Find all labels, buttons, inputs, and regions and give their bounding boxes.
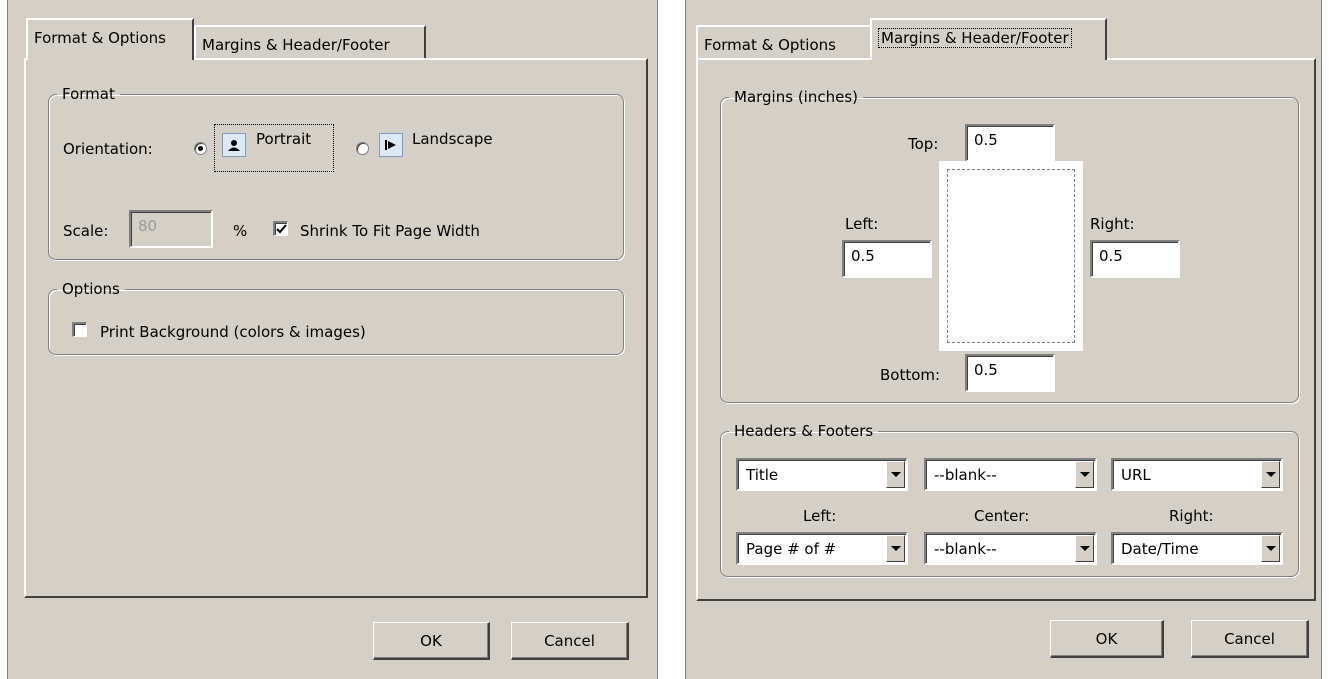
cancel-button[interactable]: Cancel (1191, 620, 1309, 658)
select-value: --blank-- (934, 466, 997, 484)
bottom-margin-value: 0.5 (974, 361, 998, 379)
left-column-label: Left: (803, 507, 837, 525)
chevron-down-icon[interactable] (1261, 461, 1280, 488)
landscape-page-icon (379, 133, 403, 157)
header-right-select[interactable]: URL (1111, 458, 1283, 491)
tab-panel-margins-header-footer: Margins (inches) Top: 0.5 Left: 0.5 Righ… (696, 58, 1316, 601)
portrait-radio[interactable] (194, 142, 207, 155)
chevron-down-icon[interactable] (886, 535, 905, 562)
orientation-label: Orientation: (63, 140, 153, 158)
select-value: URL (1121, 466, 1151, 484)
ok-button[interactable]: OK (1050, 620, 1164, 658)
chevron-down-icon[interactable] (886, 461, 905, 488)
scale-label: Scale: (63, 222, 109, 240)
footer-right-select[interactable]: Date/Time (1111, 532, 1283, 565)
group-legend: Headers & Footers (734, 422, 874, 440)
left-margin-input[interactable]: 0.5 (842, 240, 932, 278)
ok-button-label: OK (420, 632, 442, 650)
landscape-radio[interactable] (356, 142, 369, 155)
group-legend: Margins (inches) (734, 88, 858, 106)
print-options-dialog-margins: Format & Options Margins & Header/Footer… (685, 0, 1322, 679)
right-margin-value: 0.5 (1099, 247, 1123, 265)
select-value: --blank-- (934, 540, 997, 558)
bottom-margin-input[interactable]: 0.5 (965, 354, 1055, 392)
checkmark-icon (276, 224, 287, 234)
tab-format-options[interactable]: Format & Options (696, 25, 872, 60)
select-value: Title (746, 466, 779, 484)
header-center-select[interactable]: --blank-- (924, 458, 1097, 491)
percent-label: % (233, 222, 248, 240)
cancel-button-label: Cancel (1224, 630, 1275, 648)
footer-left-select[interactable]: Page # of # (736, 532, 908, 565)
printable-area-outline (947, 169, 1075, 343)
group-legend: Options (62, 280, 120, 298)
center-column-label: Center: (974, 507, 1030, 525)
landscape-label[interactable]: Landscape (412, 130, 493, 148)
print-background-label[interactable]: Print Background (colors & images) (100, 323, 366, 341)
options-group: Options (48, 280, 624, 355)
group-legend: Format (62, 85, 115, 103)
top-margin-value: 0.5 (974, 131, 998, 149)
portrait-page-icon (222, 133, 246, 157)
top-margin-input[interactable]: 0.5 (965, 124, 1055, 162)
tab-margins-header-footer[interactable]: Margins & Header/Footer (194, 25, 426, 60)
top-margin-label: Top: (908, 135, 939, 153)
chevron-down-icon[interactable] (1075, 461, 1094, 488)
bottom-margin-label: Bottom: (880, 366, 941, 384)
right-margin-label: Right: (1090, 215, 1135, 233)
chevron-down-icon[interactable] (1075, 535, 1094, 562)
print-options-dialog-format: Format & Options Margins & Header/Footer… (7, 0, 658, 679)
right-margin-input[interactable]: 0.5 (1090, 240, 1180, 278)
tab-label: Format & Options (704, 36, 836, 54)
print-background-checkbox[interactable] (72, 322, 87, 337)
left-margin-value: 0.5 (851, 247, 875, 265)
header-left-select[interactable]: Title (736, 458, 908, 491)
tab-label: Margins & Header/Footer (202, 36, 390, 54)
tab-panel-format-options: Format Orientation: Portrait Landscape S… (24, 58, 648, 598)
cancel-button-label: Cancel (544, 632, 595, 650)
ok-button[interactable]: OK (373, 622, 490, 660)
footer-center-select[interactable]: --blank-- (924, 532, 1097, 565)
shrink-to-fit-checkbox[interactable] (273, 221, 288, 236)
select-value: Page # of # (746, 540, 837, 558)
scale-input[interactable]: 80 (129, 210, 213, 248)
scale-value: 80 (138, 217, 158, 235)
tab-label: Format & Options (34, 29, 166, 47)
tab-format-options[interactable]: Format & Options (26, 18, 194, 60)
shrink-to-fit-label[interactable]: Shrink To Fit Page Width (300, 222, 480, 240)
tab-margins-header-footer[interactable]: Margins & Header/Footer (870, 18, 1107, 60)
right-column-label: Right: (1169, 507, 1214, 525)
radio-selected-dot (198, 146, 203, 151)
portrait-label[interactable]: Portrait (256, 130, 311, 148)
page-margin-preview (939, 161, 1083, 351)
select-value: Date/Time (1121, 540, 1199, 558)
cancel-button[interactable]: Cancel (511, 622, 629, 660)
left-margin-label: Left: (845, 215, 879, 233)
ok-button-label: OK (1095, 630, 1118, 648)
chevron-down-icon[interactable] (1261, 535, 1280, 562)
tab-label: Margins & Header/Footer (878, 28, 1072, 48)
